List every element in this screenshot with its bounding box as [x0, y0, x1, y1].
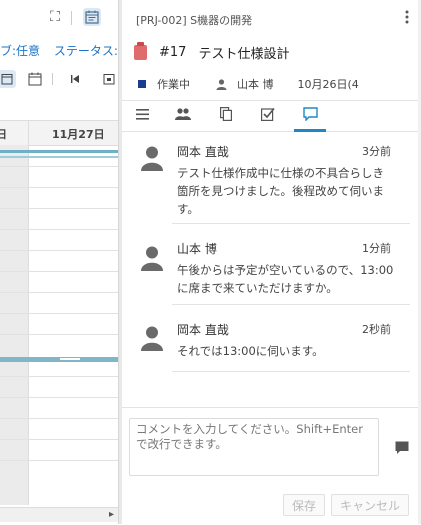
horizontal-scrollbar[interactable]: ▸: [0, 507, 118, 522]
detail-tabs: [122, 100, 421, 132]
grid-line: [0, 166, 118, 167]
task-title-row: #17 テスト仕様設計: [134, 41, 289, 62]
task-title[interactable]: テスト仕様設計: [198, 43, 289, 62]
list-icon: [135, 108, 149, 124]
today-icon[interactable]: [100, 70, 118, 88]
comment-text: テスト仕様作成中に仕様の不具合らしき箇所を見つけました。後程改めて伺います。: [177, 166, 384, 216]
grid-line: [0, 418, 118, 419]
avatar-icon: [140, 145, 164, 171]
grid-line: [0, 229, 118, 230]
grid-line: [0, 397, 118, 398]
comment-list: 岡本 直哉 3分前 テスト仕様作成中に仕様の不具合らしき箇所を見つけました。後程…: [122, 131, 421, 407]
grid-line: [0, 376, 118, 377]
comment-compose: 保存 キャンセル: [122, 407, 421, 525]
date-separator: [28, 121, 29, 145]
tab-checklist[interactable]: [248, 101, 288, 131]
comment-input[interactable]: [129, 418, 379, 476]
gantt-toolbar: ⛶: [0, 0, 118, 34]
grid-line: [0, 313, 118, 314]
person-icon: [216, 78, 227, 90]
date-prev: 日: [0, 128, 7, 141]
gantt-grid: [0, 145, 118, 505]
comment-time: 1分前: [362, 242, 391, 255]
comment-text: それでは13:00に伺います。: [177, 344, 324, 358]
comment-text: 午後からは予定が空いているので、13:00に席まで来ていただけますか。: [177, 263, 394, 295]
comment-author: 山本 博: [177, 242, 217, 256]
task-status[interactable]: 作業中: [157, 76, 190, 92]
comment-divider: [172, 371, 410, 372]
nav-divider: [52, 73, 53, 85]
gantt-date-header: 日 11月27日: [0, 120, 118, 146]
grid-line: [0, 250, 118, 251]
cancel-button[interactable]: キャンセル: [330, 494, 409, 516]
filter-type[interactable]: ブ:任意: [0, 44, 40, 58]
task-number: #17: [159, 44, 187, 60]
save-button[interactable]: 保存: [282, 494, 325, 516]
task-assignee[interactable]: 山本 博: [237, 76, 274, 92]
avatar-icon: [140, 325, 164, 351]
project-name[interactable]: [PRJ-002] S機器の開発: [136, 12, 252, 28]
date-current: 11月27日: [52, 128, 105, 141]
grid-vline: [28, 145, 29, 505]
task-date[interactable]: 10月26日(4: [298, 76, 359, 92]
send-comment-icon[interactable]: [395, 440, 409, 454]
toolbar-divider: [71, 11, 72, 25]
tab-comments[interactable]: [290, 101, 330, 132]
week-calendar-icon[interactable]: [0, 70, 16, 88]
tab-details[interactable]: [122, 101, 162, 131]
filter-status[interactable]: ステータス:任: [54, 44, 118, 58]
comment-icon: [302, 107, 318, 125]
task-clip-icon: [134, 41, 147, 60]
grid-line: [0, 460, 118, 461]
tab-members[interactable]: [163, 101, 203, 131]
grid-line: [0, 271, 118, 272]
gantt-pane: ⛶ ブ:任意 ステータス:任 日 11月27日: [0, 0, 118, 524]
month-calendar-icon[interactable]: [26, 70, 44, 88]
copy-icon: [220, 107, 233, 125]
grid-line: [0, 334, 118, 335]
expand-icon[interactable]: ⛶: [46, 8, 64, 26]
grid-line: [0, 208, 118, 209]
scroll-right-icon[interactable]: ▸: [109, 509, 114, 520]
comment-time: 2秒前: [362, 323, 391, 336]
tab-files[interactable]: [206, 101, 246, 131]
gantt-nav-toolbar: [0, 68, 118, 92]
comment-item: 山本 博 1分前 午後からは予定が空いているので、13:00に席まで来ていただけ…: [122, 224, 421, 305]
comment-time: 3分前: [362, 145, 391, 158]
status-color-icon: [138, 80, 146, 88]
avatar-icon: [140, 245, 164, 271]
comment-item: 岡本 直哉 2秒前 それでは13:00に伺います。: [122, 305, 421, 372]
grid-line: [0, 187, 118, 188]
task-meta: 作業中 山本 博 10月26日(4: [138, 76, 359, 92]
grid-line: [0, 439, 118, 440]
more-menu-icon[interactable]: [405, 10, 409, 28]
first-page-icon[interactable]: [66, 70, 84, 88]
people-icon: [175, 108, 191, 124]
task-detail-pane: [PRJ-002] S機器の開発 #17 テスト仕様設計 作業中 山本 博 10…: [122, 0, 421, 524]
checklist-icon: [261, 107, 275, 125]
calendar-icon[interactable]: [83, 8, 101, 26]
gantt-bar[interactable]: [0, 357, 118, 362]
comment-item: 岡本 直哉 3分前 テスト仕様作成中に仕様の不具合らしき箇所を見つけました。後程…: [122, 131, 421, 224]
compose-buttons: 保存 キャンセル: [277, 494, 409, 516]
grid-line: [0, 292, 118, 293]
weekend-column: [0, 145, 28, 505]
comment-author: 岡本 直哉: [177, 323, 229, 337]
filter-bar: ブ:任意 ステータス:任: [0, 42, 118, 59]
comment-author: 岡本 直哉: [177, 145, 229, 159]
gantt-bar[interactable]: [0, 150, 118, 153]
gantt-bar[interactable]: [0, 156, 118, 158]
